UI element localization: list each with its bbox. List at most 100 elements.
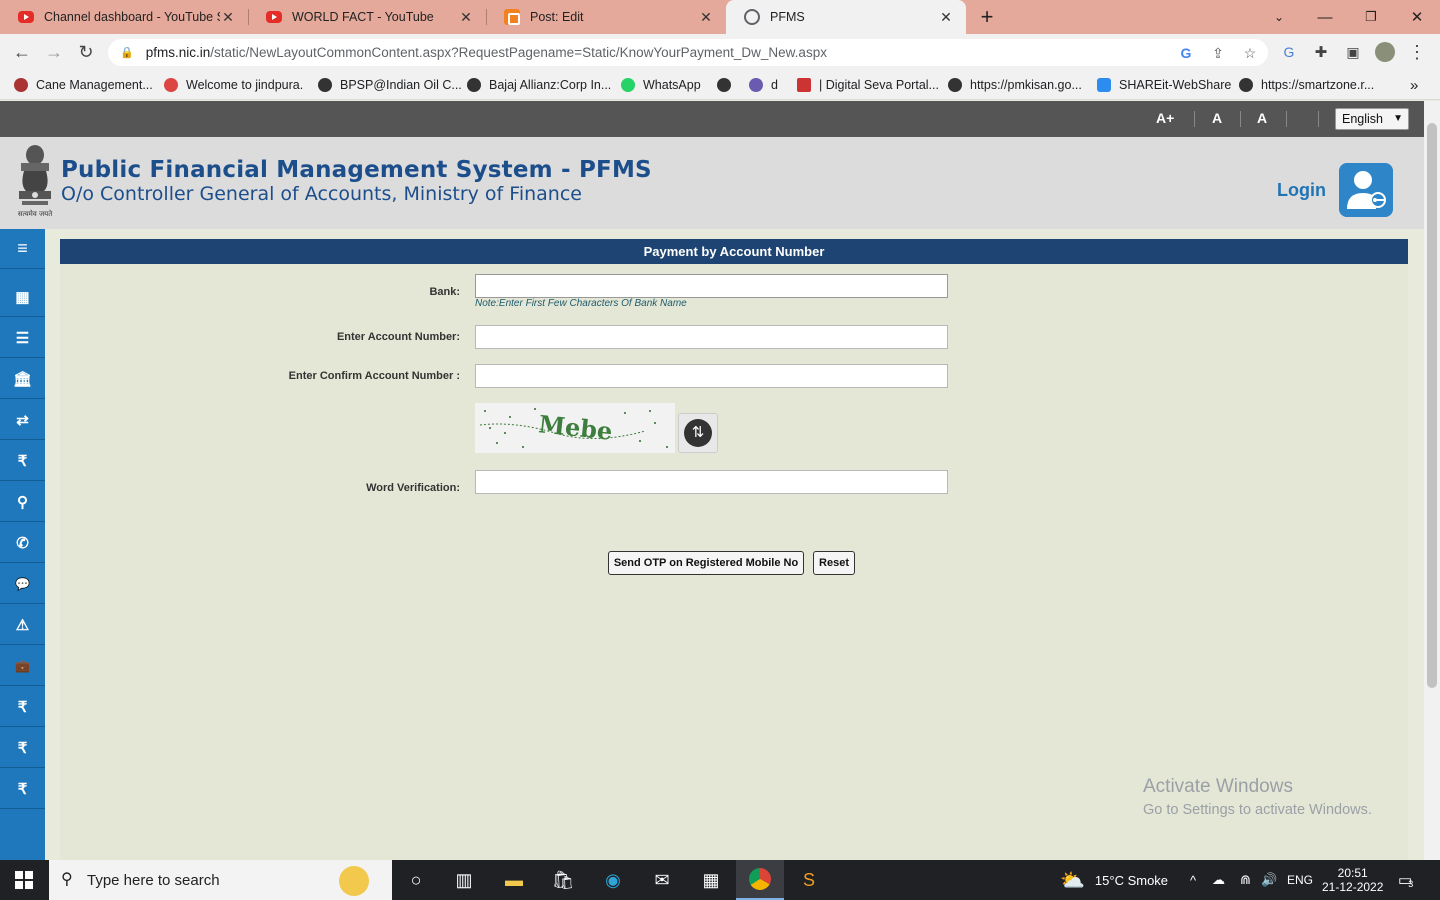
onedrive-icon[interactable]: ☁	[1212, 860, 1225, 900]
bookmark-label: WhatsApp	[643, 78, 701, 92]
notification-center-icon[interactable]: ▭ 3	[1398, 860, 1413, 900]
font-normal-button[interactable]: A	[1212, 110, 1222, 126]
briefcase-icon[interactable]: 💼	[0, 646, 45, 686]
font-increase-button[interactable]: A+	[1156, 110, 1174, 126]
tab-world-fact[interactable]: WORLD FACT - YouTube ✕	[248, 0, 486, 34]
transfer-icon[interactable]: ⇄	[0, 400, 45, 440]
bookmark-icon	[749, 78, 763, 92]
windows-start-icon[interactable]	[0, 860, 48, 900]
profile-avatar[interactable]	[1372, 39, 1398, 65]
phone-icon[interactable]: ✆	[0, 523, 45, 563]
bookmark-item[interactable]: d	[749, 76, 778, 94]
bookmark-item[interactable]: https://smartzone.r...	[1239, 76, 1374, 94]
volume-icon[interactable]: 🔊	[1261, 860, 1277, 900]
word-verification-input[interactable]	[475, 470, 948, 494]
mail-icon[interactable]: ✉	[638, 860, 686, 900]
tab-channel-dashboard[interactable]: Channel dashboard - YouTube St ✕	[0, 0, 248, 34]
site-title: Public Financial Management System - PFM…	[61, 157, 652, 183]
store-icon[interactable]: 🛍	[539, 860, 587, 900]
bookmark-item[interactable]: BPSP@Indian Oil C...	[318, 76, 462, 94]
restore-icon[interactable]: ❐	[1348, 0, 1394, 34]
bank-input[interactable]	[475, 274, 948, 298]
star-icon[interactable]: ☆	[1242, 45, 1258, 61]
input-language[interactable]: ENG	[1287, 860, 1313, 900]
weather-widget[interactable]: ⛅ 15°C Smoke	[1060, 860, 1168, 900]
chrome-icon[interactable]	[736, 860, 784, 900]
font-decrease-button[interactable]: A	[1257, 110, 1267, 126]
bookmark-item[interactable]	[717, 76, 739, 94]
file-explorer-icon[interactable]: ▬	[490, 860, 538, 900]
reload-icon[interactable]: ↻	[73, 39, 99, 65]
warning-icon[interactable]: ⚠	[0, 605, 45, 645]
tab-search-icon[interactable]: ⌄	[1256, 0, 1302, 34]
address-bar[interactable]: 🔒 pfms.nic.in/static/NewLayoutCommonCont…	[108, 39, 1268, 66]
bank-label: Bank:	[429, 286, 460, 298]
login-user-icon[interactable]	[1339, 163, 1393, 217]
lock-icon[interactable]: 🔒	[120, 46, 134, 59]
google-icon[interactable]: G	[1178, 45, 1194, 61]
window-close-icon[interactable]: ✕	[1394, 0, 1440, 34]
bookmark-label: Welcome to jindpura.	[186, 78, 304, 92]
back-icon[interactable]: ←	[9, 39, 35, 65]
bookmark-item[interactable]: | Digital Seva Portal...	[797, 76, 939, 94]
confirm-account-label: Enter Confirm Account Number :	[288, 370, 460, 382]
close-icon[interactable]: ✕	[458, 9, 474, 26]
chat-icon[interactable]: 💬	[0, 564, 45, 604]
cortana-icon[interactable]: ○	[392, 860, 440, 900]
task-view-icon[interactable]: ▥	[440, 860, 488, 900]
taskbar-search-box[interactable]: ⚲ Type here to search	[49, 860, 392, 900]
forward-icon[interactable]: →	[41, 39, 67, 65]
tab-pfms[interactable]: PFMS ✕	[726, 0, 966, 34]
bookmark-item[interactable]: https://pmkisan.go...	[948, 76, 1082, 94]
reset-button[interactable]: Reset	[813, 551, 855, 575]
building-icon[interactable]: ▦	[0, 277, 45, 317]
bank-icon[interactable]: 🏛	[0, 359, 45, 399]
left-sidebar: ≡ ▦ ☰ 🏛 ⇄ ₹ ⚲ ✆ 💬 ⚠ 💼 ₹ ₹ ₹	[0, 229, 45, 860]
tab-post-edit[interactable]: Post: Edit ✕	[486, 0, 726, 34]
word-verification-label: Word Verification:	[366, 482, 460, 494]
new-tab-button[interactable]: +	[964, 0, 1010, 34]
page-scrollbar[interactable]	[1424, 101, 1440, 860]
bookmark-item[interactable]: Welcome to jindpura.	[164, 76, 303, 94]
translate-icon[interactable]: G	[1276, 39, 1302, 65]
menu-icon[interactable]: ≡	[0, 229, 45, 269]
calculator-icon[interactable]: ▦	[687, 860, 735, 900]
language-select[interactable]: English ▼	[1335, 108, 1409, 130]
login-link[interactable]: Login	[1277, 180, 1326, 201]
close-icon[interactable]: ✕	[698, 9, 714, 26]
more-bookmarks-button[interactable]: »	[1410, 76, 1418, 94]
list-icon[interactable]: ☰	[0, 318, 45, 358]
bookmark-item[interactable]: Cane Management...	[14, 76, 153, 94]
divider	[1286, 111, 1287, 127]
show-hidden-icons[interactable]: ^	[1190, 860, 1196, 900]
account-number-input[interactable]	[475, 325, 948, 349]
close-icon[interactable]: ✕	[220, 9, 236, 26]
payment-form-panel: Payment by Account Number Bank: Note:Ent…	[60, 239, 1408, 860]
confirm-account-input[interactable]	[475, 364, 948, 388]
divider	[1240, 111, 1241, 127]
rupee-icon[interactable]: ₹	[0, 687, 45, 727]
minimize-icon[interactable]: —	[1302, 0, 1348, 34]
extensions-icon[interactable]: ✚	[1308, 39, 1334, 65]
refresh-captcha-button[interactable]: ⇅	[678, 413, 718, 453]
bookmark-label: | Digital Seva Portal...	[819, 78, 939, 92]
bookmark-item[interactable]: SHAREit-WebShare	[1097, 76, 1231, 94]
location-icon[interactable]: ⚲	[0, 482, 45, 522]
close-icon[interactable]: ✕	[938, 9, 954, 26]
bookmark-item[interactable]: WhatsApp	[621, 76, 701, 94]
share-icon[interactable]: ⇪	[1210, 45, 1226, 61]
sublime-icon[interactable]: S	[785, 860, 833, 900]
sidepanel-icon[interactable]: ▣	[1340, 39, 1366, 65]
time: 20:51	[1337, 866, 1368, 880]
send-otp-button[interactable]: Send OTP on Registered Mobile No	[608, 551, 804, 575]
menu-icon[interactable]: ⋮	[1404, 39, 1430, 65]
bookmark-item[interactable]: Bajaj Allianz:Corp In...	[467, 76, 611, 94]
edge-icon[interactable]: ◉	[589, 860, 637, 900]
wifi-icon[interactable]: ⋒	[1240, 860, 1251, 900]
scroll-thumb[interactable]	[1427, 123, 1437, 688]
rupee-icon[interactable]: ₹	[0, 441, 45, 481]
rupee-icon[interactable]: ₹	[0, 769, 45, 809]
clock[interactable]: 20:51 21-12-2022	[1322, 860, 1383, 900]
rupee-icon[interactable]: ₹	[0, 728, 45, 768]
bookmark-icon	[797, 78, 811, 92]
